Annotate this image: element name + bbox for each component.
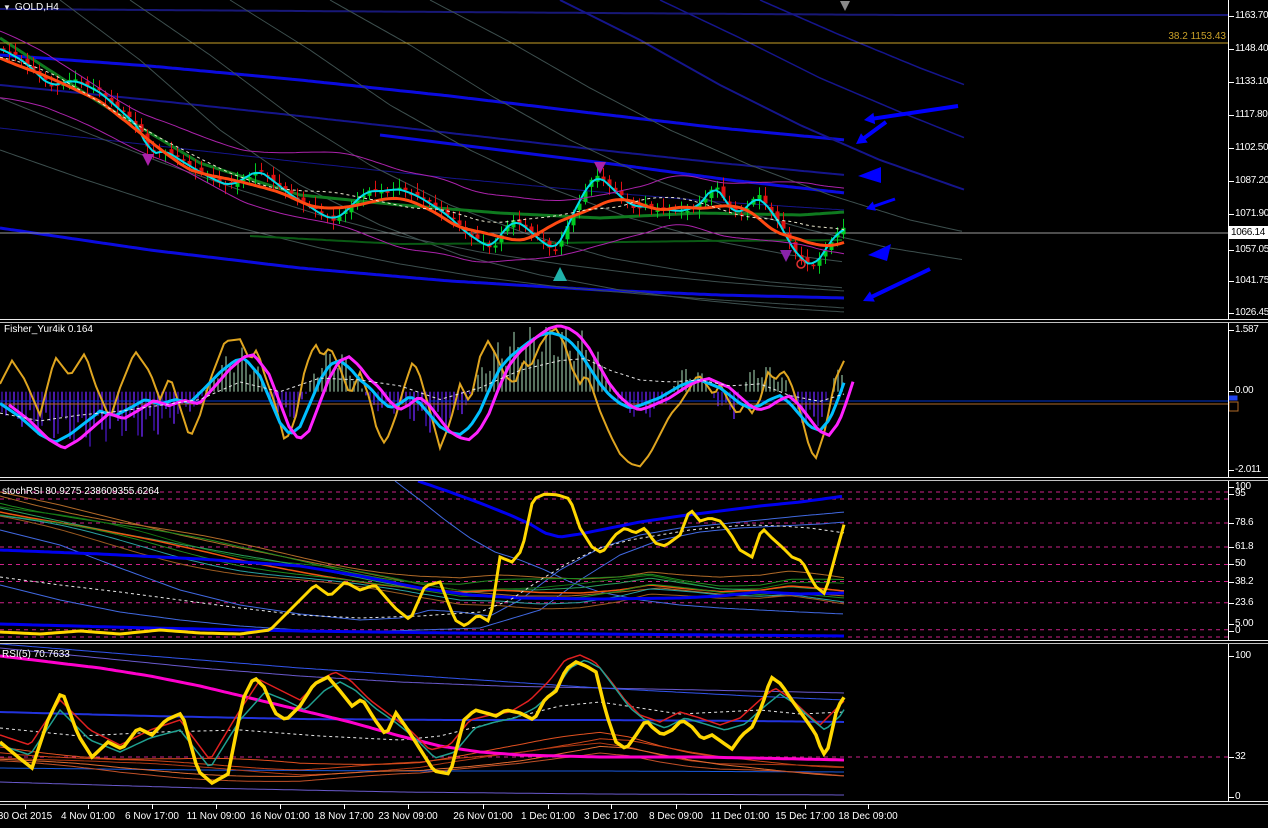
fisher-indicator-label: Fisher_Yur4ik 0.164 <box>4 324 93 335</box>
time-axis-tick <box>740 804 741 809</box>
price-scale-border <box>1228 0 1229 802</box>
time-axis-tick <box>548 804 549 809</box>
rsi-scale-label: 32 <box>1235 751 1246 762</box>
price-scale-label: 1148.40 <box>1235 43 1268 54</box>
chevron-down-icon[interactable]: ▼ <box>3 3 11 12</box>
price-scale-label: 1041.75 <box>1235 275 1268 286</box>
stochrsi-scale-label-tick <box>1229 494 1234 495</box>
time-axis-label: 15 Dec 17:00 <box>775 811 835 822</box>
stochrsi-scale-label-tick <box>1229 564 1234 565</box>
rsi-scale-label: 0 <box>1235 791 1241 802</box>
time-axis-label: 8 Dec 09:00 <box>649 811 703 822</box>
time-axis-label: 4 Nov 01:00 <box>61 811 115 822</box>
price-scale-label: 1087.20 <box>1235 175 1268 186</box>
symbol-label: ▼ GOLD,H4 <box>3 2 59 13</box>
price-scale-tick <box>1229 16 1234 17</box>
time-axis-label: 23 Nov 09:00 <box>378 811 438 822</box>
rsi-indicator-label: RSI(5) 70.7633 <box>2 649 70 660</box>
stochrsi-scale-label: 23.6 <box>1235 597 1254 608</box>
price-scale-label: 1117.80 <box>1235 109 1268 120</box>
rsi-scale-label: 100 <box>1235 650 1251 661</box>
price-scale-tick <box>1229 214 1234 215</box>
stochrsi-scale-label-tick <box>1229 603 1234 604</box>
symbol-text: GOLD,H4 <box>14 2 59 13</box>
price-scale-tick <box>1229 250 1234 251</box>
time-axis-label: 18 Dec 09:00 <box>838 811 898 822</box>
fisher-scale-label: 0.00 <box>1235 385 1254 396</box>
price-scale-label: 1057.05 <box>1235 244 1268 255</box>
time-axis-label: 6 Nov 17:00 <box>125 811 179 822</box>
rsi-scale-label-tick <box>1229 656 1234 657</box>
time-axis-label: 11 Dec 01:00 <box>710 811 770 822</box>
price-scale-tick <box>1229 281 1234 282</box>
panel-separator[interactable] <box>0 640 1268 644</box>
time-axis-label: 1 Dec 01:00 <box>521 811 575 822</box>
fisher-scale-label: 1.587 <box>1235 324 1259 335</box>
stochrsi-scale-label: 0 <box>1235 625 1241 636</box>
time-axis-tick <box>88 804 89 809</box>
panel-separator[interactable] <box>0 477 1268 481</box>
time-axis-label: 11 Nov 09:00 <box>186 811 246 822</box>
panel-separator[interactable] <box>0 319 1268 323</box>
price-scale-label: 1102.50 <box>1235 142 1268 153</box>
price-scale-tick <box>1229 49 1234 50</box>
price-scale-tick <box>1229 148 1234 149</box>
price-scale-tick <box>1229 115 1234 116</box>
time-axis-tick <box>280 804 281 809</box>
price-scale-tick <box>1229 181 1234 182</box>
price-scale-label: 1071.90 <box>1235 208 1268 219</box>
time-axis-tick <box>611 804 612 809</box>
stochrsi-scale-label: 38.2 <box>1235 576 1254 587</box>
fib-level-label: 38.2 1153.43 <box>1168 31 1226 42</box>
stochrsi-scale-label-tick <box>1229 624 1234 625</box>
price-scale-label: 1026.45 <box>1235 307 1268 318</box>
stochrsi-scale-label-tick <box>1229 631 1234 632</box>
time-axis-tick <box>408 804 409 809</box>
price-scale-tick <box>1229 313 1234 314</box>
time-axis-separator <box>0 801 1268 805</box>
time-axis-tick <box>483 804 484 809</box>
price-scale-label: 1133.10 <box>1235 76 1268 87</box>
fisher-scale-label-tick <box>1229 391 1234 392</box>
stochrsi-scale-label: 50 <box>1235 558 1246 569</box>
time-axis-tick <box>344 804 345 809</box>
time-axis-tick <box>805 804 806 809</box>
stochrsi-scale-label: 61.8 <box>1235 541 1254 552</box>
time-axis-label: 16 Nov 01:00 <box>250 811 310 822</box>
price-scale-tick <box>1229 82 1234 83</box>
stochrsi-scale-label-tick <box>1229 582 1234 583</box>
current-price-box: 1066.14 <box>1229 226 1268 239</box>
time-axis-tick <box>25 804 26 809</box>
time-axis-tick <box>152 804 153 809</box>
fisher-scale-label-tick <box>1229 330 1234 331</box>
price-scale-label: 1163.70 <box>1235 10 1268 21</box>
fisher-scale-label: -2.011 <box>1235 464 1261 475</box>
fisher-scale-label-tick <box>1229 470 1234 471</box>
time-axis-tick <box>676 804 677 809</box>
time-axis-tick <box>216 804 217 809</box>
time-axis-label: 30 Oct 2015 <box>0 811 53 822</box>
chart-canvas[interactable] <box>0 0 1268 828</box>
rsi-scale-label-tick <box>1229 757 1234 758</box>
stochrsi-scale-label: 95 <box>1235 488 1246 499</box>
stochrsi-scale-label: 78.6 <box>1235 517 1254 528</box>
stochrsi-scale-label-tick <box>1229 487 1234 488</box>
rsi-scale-label-tick <box>1229 797 1234 798</box>
chart-window: ▼ GOLD,H4 38.2 1153.43 Fisher_Yur4ik 0.16… <box>0 0 1268 828</box>
time-axis-label: 26 Nov 01:00 <box>453 811 513 822</box>
stochrsi-indicator-label: stochRSI 80.9275 238609355.6264 <box>2 486 160 497</box>
time-axis-tick <box>868 804 869 809</box>
time-axis-label: 18 Nov 17:00 <box>314 811 374 822</box>
stochrsi-scale-label-tick <box>1229 523 1234 524</box>
time-axis-label: 3 Dec 17:00 <box>584 811 638 822</box>
stochrsi-scale-label-tick <box>1229 547 1234 548</box>
